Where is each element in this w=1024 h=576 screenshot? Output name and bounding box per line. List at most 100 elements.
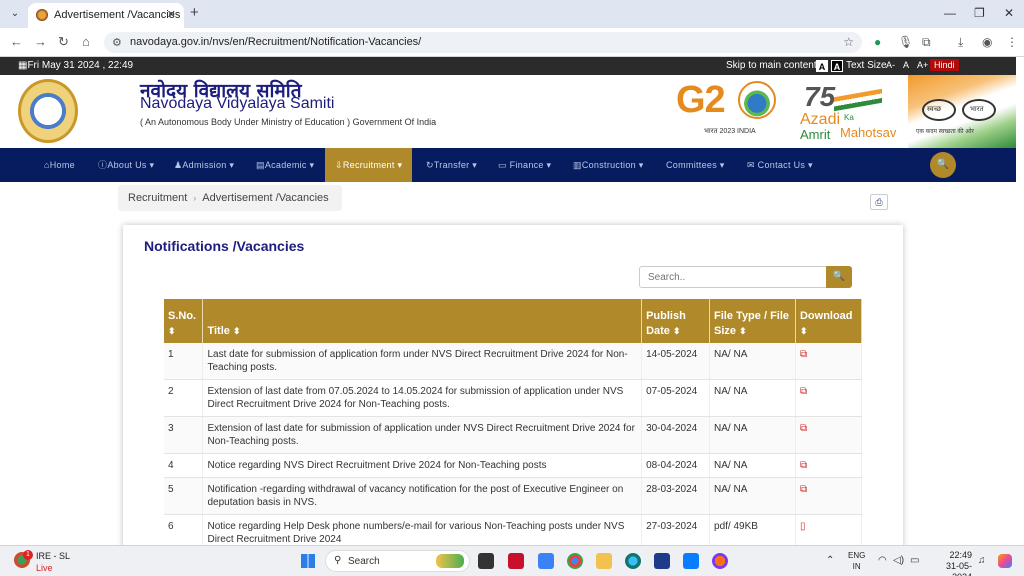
table-row: 4 Notice regarding NVS Direct Recruitmen…: [164, 453, 863, 478]
home-icon[interactable]: ⌂: [82, 34, 90, 49]
col-sno[interactable]: S.No. ⬍: [164, 299, 204, 343]
taskbar: 1 IRE - SL Live ⚲ Search ⌃ ENG IN ◠ ◁) ▭ …: [0, 545, 1024, 576]
clock[interactable]: 22:4931-05-2024: [928, 550, 972, 576]
text-increase-button[interactable]: A+: [917, 60, 928, 70]
nav-committees[interactable]: Committees ▾: [666, 148, 725, 182]
cell-title: Extension of last date from 07.05.2024 t…: [202, 379, 643, 417]
cell-type: NA/ NA: [709, 416, 796, 454]
cell-title: Notice regarding Help Desk phone numbers…: [202, 514, 643, 545]
edge-icon[interactable]: [625, 553, 641, 569]
nvs-logo[interactable]: [18, 79, 78, 143]
extensions-puzzle-icon[interactable]: ⧉: [922, 35, 931, 50]
site-header: नवोदय विद्यालय समिति Navodaya Vidyalaya …: [0, 75, 1016, 148]
battery-icon[interactable]: ▭: [910, 555, 919, 566]
site-info-icon[interactable]: ⚙: [112, 36, 122, 49]
cell-download: ⧉: [795, 379, 863, 417]
skip-to-content-link[interactable]: Skip to main content: [726, 60, 817, 71]
mydesk-icon[interactable]: [538, 553, 554, 569]
mail-icon[interactable]: [683, 553, 699, 569]
extension-icon[interactable]: ●: [874, 35, 881, 49]
table-header-row: S.No. ⬍ Title ⬍ Publish Date ⬍ File Type /…: [164, 299, 863, 343]
wifi-icon[interactable]: ◠: [878, 555, 887, 566]
restore-icon[interactable]: ❐: [974, 6, 985, 20]
cell-sno: 5: [164, 477, 204, 515]
main-navigation: ⌂Home ⓘAbout Us ▾ ♟Admission ▾ ▤Academic…: [0, 148, 1016, 182]
cell-date: 14-05-2024: [641, 343, 711, 380]
breadcrumb-recruitment[interactable]: Recruitment: [128, 192, 187, 204]
file-explorer-icon[interactable]: [596, 553, 612, 569]
nav-home[interactable]: ⌂Home: [44, 148, 75, 182]
table-search-button[interactable]: 🔍: [826, 266, 852, 288]
nav-transfer[interactable]: ↻Transfer ▾: [426, 148, 477, 182]
microphone-icon[interactable]: 🎙: [898, 35, 913, 49]
reload-icon[interactable]: ↻: [58, 34, 69, 50]
cell-date: 08-04-2024: [641, 453, 711, 478]
address-bar: ← → ↻ ⌂ ⚙ navodaya.gov.in/nvs/en/Recruit…: [0, 28, 1024, 57]
vacancies-table: S.No. ⬍ Title ⬍ Publish Date ⬍ File Type /…: [164, 299, 863, 545]
copilot-icon[interactable]: [998, 554, 1012, 568]
mcafee-icon[interactable]: [508, 553, 524, 569]
cell-title: Notification -regarding withdrawal of va…: [202, 477, 643, 515]
forward-icon[interactable]: →: [34, 34, 47, 49]
text-size-label: Text Size: [846, 60, 887, 71]
store-icon[interactable]: [654, 553, 670, 569]
col-download[interactable]: Download ⬍: [795, 299, 863, 343]
new-tab-icon[interactable]: +: [190, 5, 199, 21]
nav-about-us[interactable]: ⓘAbout Us ▾: [98, 148, 154, 182]
nav-finance[interactable]: ▭ Finance ▾: [498, 148, 551, 182]
nav-recruitment[interactable]: ⇩Recruitment ▾: [325, 148, 413, 182]
text-decrease-button[interactable]: A-: [886, 60, 895, 70]
windows-start-icon[interactable]: [301, 554, 315, 568]
browser-tab-bar: ⌄ Advertisement /Vacancies ✕ + — ❐ ✕: [0, 0, 1024, 28]
external-link-icon[interactable]: ⧉: [800, 460, 807, 471]
external-link-icon[interactable]: ⧉: [800, 349, 807, 360]
close-tab-icon[interactable]: ✕: [167, 8, 176, 21]
cell-sno: 4: [164, 453, 204, 478]
browser-tab[interactable]: Advertisement /Vacancies ✕: [28, 3, 184, 28]
task-view-icon[interactable]: [478, 553, 494, 569]
close-window-icon[interactable]: ✕: [1004, 6, 1014, 20]
back-icon[interactable]: ←: [10, 34, 23, 49]
external-link-icon[interactable]: ⧉: [800, 386, 807, 397]
col-file-type[interactable]: File Type / File Size ⬍: [709, 299, 796, 343]
nav-contact-us[interactable]: ✉ Contact Us ▾: [747, 148, 813, 182]
nav-construction[interactable]: ▥Construction ▾: [573, 148, 644, 182]
firefox-icon[interactable]: [712, 553, 728, 569]
print-icon[interactable]: ⎙: [870, 194, 888, 210]
tab-search-menu-icon[interactable]: ⌄: [6, 5, 24, 23]
cell-date: 28-03-2024: [641, 477, 711, 515]
nav-academic[interactable]: ▤Academic ▾: [256, 148, 314, 182]
language-indicator[interactable]: ENG IN: [848, 550, 865, 572]
cell-title: Last date for submission of application …: [202, 343, 643, 380]
table-row: 6 Notice regarding Help Desk phone numbe…: [164, 514, 863, 545]
url-field[interactable]: ⚙ navodaya.gov.in/nvs/en/Recruitment/Not…: [104, 32, 862, 53]
contrast-dark-button[interactable]: A: [831, 60, 843, 72]
cell-sno: 3: [164, 416, 204, 454]
col-publish-date[interactable]: Publish Date ⬍: [641, 299, 711, 343]
pdf-file-icon[interactable]: ▯: [800, 521, 806, 532]
text-normal-button[interactable]: A: [903, 60, 909, 70]
top-utility-strip: ▦Fri May 31 2024 , 22:49 Skip to main co…: [0, 57, 1016, 75]
nav-search-icon[interactable]: 🔍: [930, 152, 956, 178]
download-icon[interactable]: ⤓: [958, 35, 963, 50]
table-search-input[interactable]: [639, 266, 827, 288]
taskbar-search[interactable]: ⚲ Search: [325, 550, 470, 572]
external-link-icon[interactable]: ⧉: [800, 423, 807, 434]
bookmark-star-icon[interactable]: ☆: [843, 35, 854, 49]
external-link-icon[interactable]: ⧉: [800, 484, 807, 495]
cell-date: 07-05-2024: [641, 379, 711, 417]
hindi-language-button[interactable]: Hindi: [930, 59, 959, 71]
news-widget[interactable]: 1 IRE - SL Live: [14, 550, 84, 574]
chrome-icon[interactable]: [567, 553, 583, 569]
cell-date: 30-04-2024: [641, 416, 711, 454]
nav-admission[interactable]: ♟Admission ▾: [174, 148, 234, 182]
notification-bell-icon[interactable]: ♫: [978, 555, 986, 566]
minimize-icon[interactable]: —: [944, 6, 956, 20]
profile-icon[interactable]: ◉: [982, 35, 992, 49]
browser-menu-icon[interactable]: ⋮: [1006, 35, 1018, 49]
table-row: 5 Notification -regarding withdrawal of …: [164, 477, 863, 515]
contrast-light-button[interactable]: A: [816, 60, 828, 72]
show-hidden-icons[interactable]: ⌃: [826, 555, 834, 566]
col-title[interactable]: Title ⬍: [202, 299, 643, 343]
volume-icon[interactable]: ◁): [893, 555, 904, 566]
